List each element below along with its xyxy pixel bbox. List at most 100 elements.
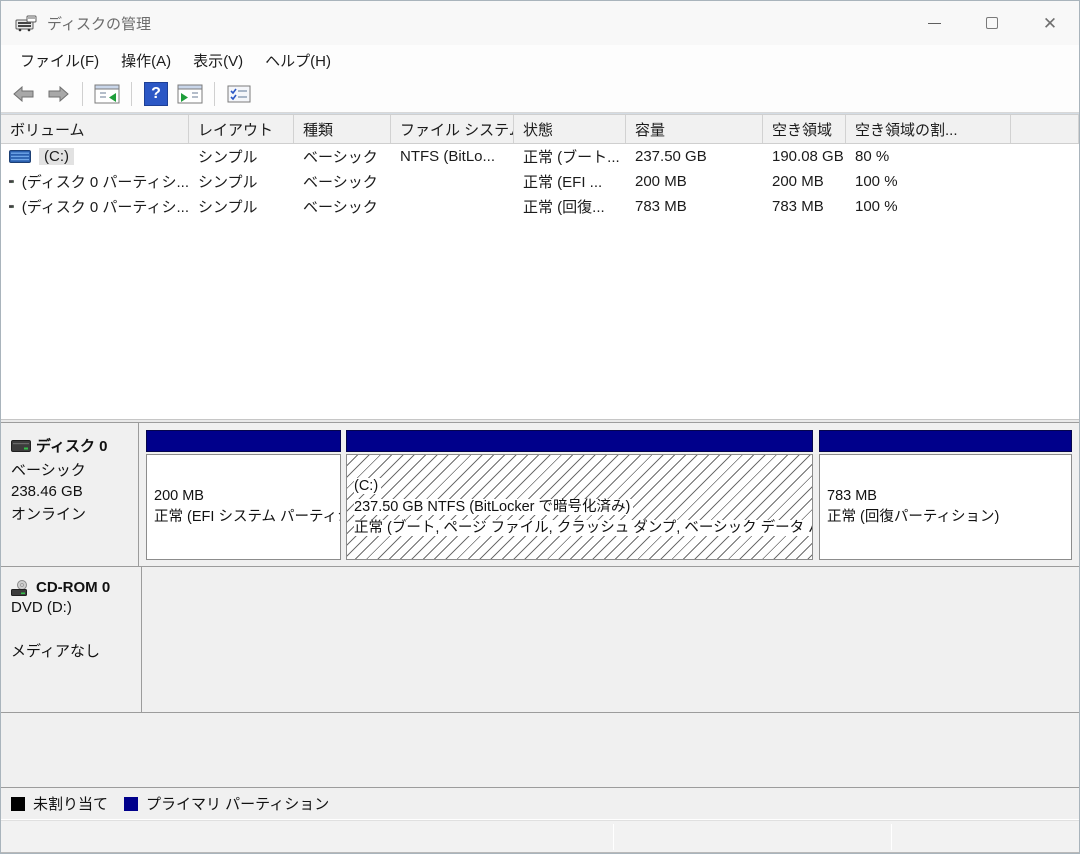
cell-filesystem: NTFS (BitLo... [400, 148, 496, 165]
disk0-size: 238.46 GB [11, 483, 83, 500]
volume-row-recovery-label: (ディスク 0 パーティシ... [21, 199, 189, 216]
partition-c-label: (C:) [354, 476, 805, 497]
cell-layout: シンプル [198, 174, 258, 191]
partition-recovery-body: 783 MB 正常 (回復パーティション) [819, 454, 1072, 560]
cell-free-percent: 100 % [855, 198, 898, 215]
column-header-capacity[interactable]: 容量 [626, 115, 763, 143]
cell-empty [1011, 194, 1079, 219]
column-header-volume[interactable]: ボリューム [1, 115, 189, 143]
cell-empty [1011, 169, 1079, 194]
back-arrow-icon [13, 85, 34, 102]
partition-efi-status: 正常 (EFI システム パーティシ [154, 509, 341, 525]
cell-free-space: 200 MB [772, 173, 824, 190]
help-button[interactable]: ? [141, 79, 171, 109]
cell-status: 正常 (回復... [523, 199, 605, 216]
partition-c-block[interactable]: (C:) 237.50 GB NTFS (BitLocker で暗号化済み) 正… [346, 430, 813, 560]
forward-arrow-icon [48, 85, 69, 102]
cell-filesystem [391, 194, 514, 219]
minimize-icon [927, 22, 941, 24]
partition-c-color-bar [346, 430, 813, 452]
column-header-type[interactable]: 種類 [294, 115, 391, 143]
window-title: ディスクの管理 [47, 15, 151, 33]
action-pane-icon [177, 84, 203, 103]
unallocated-label: 未割り当て [33, 796, 109, 813]
column-header-free-percent[interactable]: 空き領域の割... [846, 115, 1011, 143]
volume-c-icon [9, 150, 31, 163]
properties-button[interactable] [224, 79, 254, 109]
status-bar [1, 819, 1079, 853]
volume-row-efi[interactable]: (ディスク 0 パーティシ... シンプル ベーシック 正常 (EFI ... … [1, 169, 1079, 194]
volume-list-pane: ボリューム レイアウト 種類 ファイル システム 状態 容量 空き領域 空き領域… [1, 113, 1079, 419]
maximize-icon [986, 17, 998, 29]
volume-row-recovery[interactable]: (ディスク 0 パーティシ... シンプル ベーシック 正常 (回復... 78… [1, 194, 1079, 219]
unallocated-swatch [11, 796, 25, 811]
partition-efi-block[interactable]: 200 MB 正常 (EFI システム パーティシ [146, 430, 341, 560]
partition-c-status: 正常 (ブート, ページ ファイル, クラッシュ ダンプ, ベーシック データ … [354, 518, 812, 539]
menu-view[interactable]: 表示(V) [182, 47, 254, 74]
cell-free-space: 783 MB [772, 198, 824, 215]
cdrom-name: CD-ROM 0 [36, 579, 111, 596]
disk0-kind: ベーシック [11, 462, 86, 479]
close-button[interactable]: ✕ [1021, 1, 1079, 45]
volume-row-efi-label: (ディスク 0 パーティシ... [21, 174, 189, 191]
cdrom-info-panel[interactable]: CD-ROM 0 DVD (D:) メディアなし [1, 567, 142, 712]
graph-empty-area [1, 713, 1079, 786]
back-button[interactable] [9, 79, 39, 109]
cell-free-space: 190.08 GB [772, 148, 844, 165]
cell-capacity: 783 MB [635, 198, 687, 215]
partition-c-size: 237.50 GB NTFS (BitLocker で暗号化済み) [354, 497, 805, 518]
disk-management-window: ディスクの管理 ✕ ファイル(F) 操作(A) 表示(V) ヘルプ(H) ? ボ… [0, 0, 1080, 854]
graphical-view-pane: ディスク 0 ベーシック 238.46 GB オンライン 200 MB 正常 (… [1, 422, 1079, 787]
cell-layout: シンプル [198, 149, 258, 166]
cdrom-blocks-area [142, 567, 1079, 712]
cell-type: ベーシック [303, 174, 378, 191]
menu-help[interactable]: ヘルプ(H) [254, 47, 342, 74]
cell-free-percent: 80 % [855, 148, 890, 165]
partition-efi-color-bar [146, 430, 341, 452]
partition-recovery-size: 783 MB [827, 488, 877, 504]
maximize-button[interactable] [963, 1, 1021, 45]
volume-row-c-label: (C:) [39, 148, 74, 165]
partition-efi-body: 200 MB 正常 (EFI システム パーティシ [146, 454, 341, 560]
volume-partition-icon [9, 180, 14, 183]
disk0-blocks-area: 200 MB 正常 (EFI システム パーティシ (C:) 237.50 GB… [139, 423, 1079, 566]
toolbar: ? [1, 75, 1079, 113]
volume-partition-icon [9, 205, 14, 208]
cell-type: ベーシック [303, 149, 378, 166]
cell-status: 正常 (EFI ... [523, 174, 603, 191]
menu-file[interactable]: ファイル(F) [9, 47, 110, 74]
menu-action[interactable]: 操作(A) [110, 47, 182, 74]
volume-row-c-name: (C:) [1, 144, 189, 169]
console-tree-icon [94, 84, 120, 103]
cell-layout: シンプル [198, 199, 258, 216]
status-bar-divider [891, 824, 892, 850]
disk0-info-panel[interactable]: ディスク 0 ベーシック 238.46 GB オンライン [1, 423, 139, 566]
action-pane-button[interactable] [175, 79, 205, 109]
volume-row-c[interactable]: (C:) シンプル ベーシック NTFS (BitLo... 正常 (ブート..… [1, 144, 1079, 169]
toolbar-separator [214, 81, 215, 106]
cdrom-drive-icon [11, 579, 27, 596]
forward-button[interactable] [43, 79, 73, 109]
legend-bar: 未割り当て プライマリ パーティション [1, 787, 1079, 819]
properties-icon [227, 85, 251, 102]
minimize-button[interactable] [905, 1, 963, 45]
disk-drive-icon [11, 439, 31, 452]
partition-efi-size: 200 MB [154, 488, 204, 504]
console-tree-button[interactable] [92, 79, 122, 109]
primary-partition-swatch [124, 796, 139, 811]
column-header-layout[interactable]: レイアウト [189, 115, 294, 143]
partition-c-body: (C:) 237.50 GB NTFS (BitLocker で暗号化済み) 正… [346, 454, 813, 560]
cell-filesystem [391, 169, 514, 194]
title-bar: ディスクの管理 ✕ [1, 1, 1079, 45]
column-header-status[interactable]: 状態 [514, 115, 626, 143]
toolbar-separator [131, 81, 132, 106]
cell-free-percent: 100 % [855, 173, 898, 190]
primary-partition-label: プライマリ パーティション [146, 796, 330, 813]
cell-type: ベーシック [303, 199, 378, 216]
window-controls: ✕ [905, 1, 1079, 45]
help-icon: ? [144, 81, 168, 106]
column-header-free-space[interactable]: 空き領域 [763, 115, 846, 143]
cell-capacity: 237.50 GB [635, 148, 707, 165]
column-header-filesystem[interactable]: ファイル システム [391, 115, 514, 143]
partition-recovery-block[interactable]: 783 MB 正常 (回復パーティション) [819, 430, 1072, 560]
